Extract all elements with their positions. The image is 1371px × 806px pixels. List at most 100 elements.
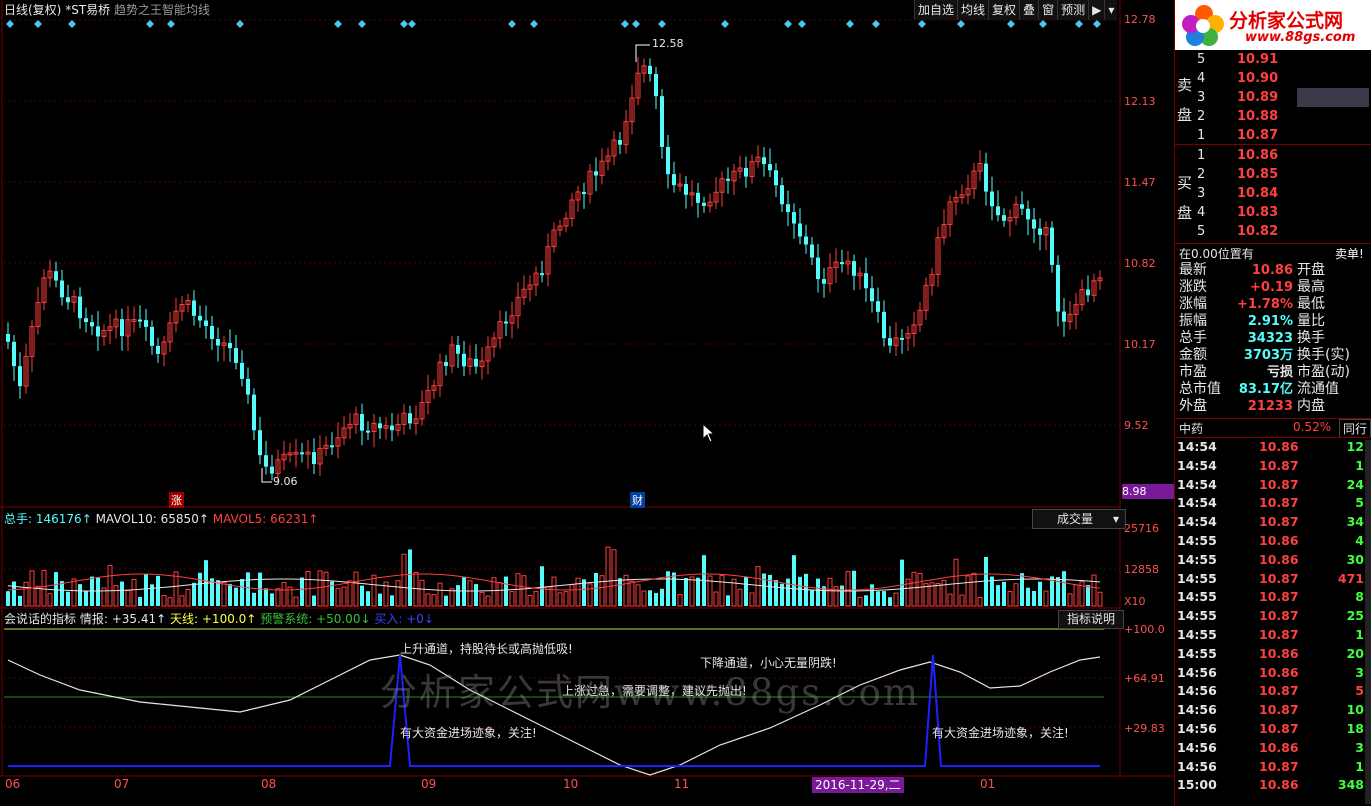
buy-level-row[interactable]: 1 10.86: [1197, 146, 1371, 165]
sell-label-char: 卖: [1177, 76, 1193, 94]
logo-title: 分析家公式网: [1229, 10, 1344, 32]
tick-price: 10.86: [1259, 551, 1299, 567]
volume-bar: [1097, 591, 1103, 607]
volume-bar: [845, 571, 851, 607]
fund-text-2: 有大资金进场迹象，关注!: [932, 726, 1069, 740]
volume-bar: [317, 570, 323, 607]
mavol5-value: 66231: [270, 512, 309, 526]
tick-time: 14:56: [1177, 664, 1217, 680]
signal-diamond-icon: [358, 20, 366, 28]
candle-body: [654, 73, 658, 97]
candle-body: [792, 212, 796, 224]
volume-bar: [810, 589, 814, 606]
volume-bar: [882, 591, 886, 606]
stat-value: 亏损: [1266, 365, 1293, 380]
signal-diamond-icon: [632, 20, 640, 28]
sell-level-row[interactable]: 4 10.90: [1197, 69, 1371, 88]
signal-diamond-icon: [621, 20, 629, 28]
tick-time: 14:55: [1177, 608, 1217, 624]
tick-volume: 471: [1337, 570, 1364, 586]
buy-level-row[interactable]: 3 10.84: [1197, 184, 1371, 203]
cai-marker[interactable]: 财: [630, 492, 645, 508]
qingbao-value: 情报: +35.41: [79, 612, 157, 626]
volume-bar: [150, 584, 154, 606]
volume-bar: [167, 597, 173, 607]
indicator-axis-label: +29.83: [1124, 722, 1165, 735]
signal-diamond-icon: [918, 20, 926, 28]
tick-volume: 30: [1346, 551, 1364, 567]
buy-level-row[interactable]: 4 10.83: [1197, 203, 1371, 222]
signal-diamond-icon: [6, 20, 14, 28]
buy-level-row[interactable]: 2 10.85: [1197, 165, 1371, 184]
candle-body: [144, 320, 148, 327]
signal-diamond-icon: [530, 20, 538, 28]
candle-body: [198, 315, 202, 321]
tick-time: 15:00: [1177, 777, 1217, 793]
volume-bar: [575, 577, 581, 607]
level-number: 4: [1197, 205, 1206, 220]
buy-label: 买 盘: [1177, 168, 1192, 228]
volume-bar: [281, 582, 287, 607]
stat-row: 市盈 亏损 市盈(动): [1179, 364, 1369, 381]
indicator-axis-label: +100.0: [1124, 623, 1165, 636]
volume-bar: [689, 576, 695, 607]
tick-time: 14:56: [1177, 702, 1217, 718]
indicator-help-button[interactable]: 指标说明: [1058, 610, 1124, 629]
candle-body: [804, 236, 808, 245]
candle-body: [360, 414, 364, 431]
x-axis-label: 07: [114, 777, 130, 791]
candle-body: [672, 174, 676, 186]
candle-body: [264, 455, 268, 467]
volume-bar: [1020, 573, 1024, 606]
chart-area[interactable]: 日线(复权) *ST易桥 趋势之王智能均线 加自选 均线 复权叠窗预测 ▶ ▾ 12.7…: [0, 0, 1174, 806]
x-axis-label: 01: [980, 777, 996, 791]
candle-body: [774, 170, 778, 186]
quote-panel: 分析家公式网 www.88gs.com 卖 盘 买 盘 5 10.91 4 10.90…: [1174, 0, 1371, 806]
candle-body: [798, 223, 802, 237]
tick-time: 14:55: [1177, 533, 1217, 548]
sell-level-row[interactable]: 2 10.88: [1197, 107, 1371, 126]
tick-volume: 25: [1346, 608, 1364, 624]
tick-price: 10.86: [1259, 439, 1299, 454]
volume-bar: [905, 578, 911, 607]
volume-selector[interactable]: 成交量 ▾: [1032, 509, 1126, 529]
volume-bar: [684, 578, 688, 606]
sell-level-row[interactable]: 5 10.91: [1197, 50, 1371, 69]
peer-button[interactable]: 同行: [1339, 419, 1371, 438]
level-price: 10.82: [1237, 224, 1279, 239]
volume-bar: [84, 590, 88, 606]
level-number: 2: [1197, 167, 1206, 182]
stat-key: 最新: [1179, 262, 1207, 278]
candle-body: [1050, 227, 1054, 265]
signal-diamond-icon: [846, 20, 854, 28]
tick-row: 14:55 10.86 4: [1177, 532, 1370, 551]
tick-volume: 3: [1355, 739, 1364, 755]
price-axis-label: 9.52: [1124, 419, 1149, 432]
buy-level-row[interactable]: 5 10.82: [1197, 222, 1371, 241]
sell-level-row[interactable]: 1 10.87: [1197, 126, 1371, 145]
stat-key: 金额: [1179, 347, 1207, 363]
position-text: 在0.00位置有: [1179, 247, 1254, 261]
level-number: 1: [1197, 148, 1206, 163]
volume-bar: [408, 549, 412, 606]
stat-value: 2.91%: [1247, 314, 1293, 329]
tick-row: 14:55 10.87 471: [1177, 570, 1370, 589]
volume-total-label: 总手:: [4, 512, 33, 526]
volume-bar: [78, 584, 82, 606]
tick-scrollbar[interactable]: [1365, 440, 1371, 804]
tick-price: 10.87: [1259, 608, 1299, 624]
volume-bar: [419, 579, 425, 607]
sell-label-char: 盘: [1177, 106, 1193, 124]
volume-bar: [635, 584, 641, 607]
zhang-marker[interactable]: 涨: [169, 492, 184, 508]
sell-label: 卖 盘: [1177, 70, 1192, 130]
tick-price: 10.87: [1259, 589, 1299, 605]
candle-body: [300, 452, 304, 455]
candle-body: [150, 326, 154, 346]
x-axis-label: 10: [563, 777, 579, 791]
candle-body: [60, 280, 64, 298]
volume-bar: [246, 572, 250, 606]
sector-name[interactable]: 中药: [1179, 420, 1203, 437]
candle-body: [870, 288, 874, 302]
tick-price: 10.87: [1259, 683, 1299, 699]
